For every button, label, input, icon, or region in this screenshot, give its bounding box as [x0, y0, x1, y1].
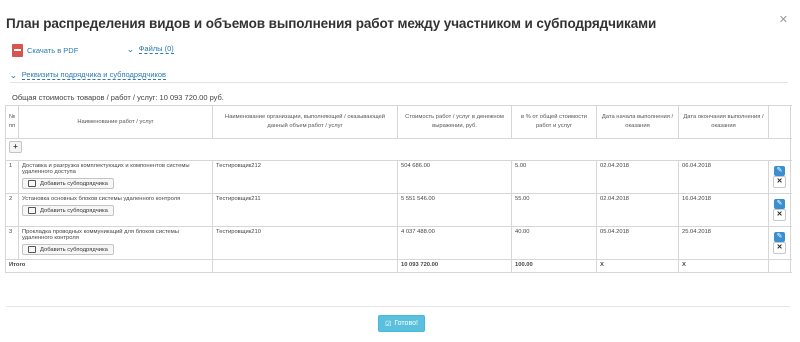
header-start: Дата начала выполнения / оказания [596, 105, 679, 139]
row-work-cell: Прокладка проводных коммуникаций для бло… [18, 226, 213, 260]
header-end: Дата окончания выполнения / оказания [678, 105, 769, 139]
done-label: Готово! [394, 320, 418, 327]
row-num: 2 [5, 193, 19, 227]
row-cost: 4 037 488.00 [397, 226, 512, 260]
page-title: План распределения видов и объемов выпол… [6, 16, 657, 31]
copy-icon [28, 246, 36, 253]
totals-actions [768, 259, 791, 273]
row-percent: 5.00 [511, 160, 597, 194]
copy-icon [28, 207, 36, 214]
row-org: Тестировщик211 [212, 193, 398, 227]
divider [6, 306, 790, 307]
row-num: 3 [5, 226, 19, 260]
x-icon: ✕ [776, 178, 783, 185]
row-start: 05.04.2018 [596, 226, 679, 260]
table-row: 1 Доставка и разгрузка комплектующих и к… [5, 160, 791, 194]
x-icon: ✕ [776, 211, 783, 218]
delete-row-button[interactable]: ✕ [773, 176, 786, 188]
close-icon[interactable]: ✕ [779, 13, 788, 26]
divider [10, 82, 788, 83]
row-cost: 5 551 546.00 [397, 193, 512, 227]
add-subcontractor-label: Добавить субподрядчика [40, 180, 108, 187]
row-work: Установка основных блоков системы удален… [22, 196, 181, 202]
row-end: 25.04.2018 [678, 226, 769, 260]
row-work-cell: Установка основных блоков системы удален… [18, 193, 213, 227]
pencil-icon: ✎ [776, 200, 783, 207]
row-work-cell: Доставка и разгрузка комплектующих и ком… [18, 160, 213, 194]
pencil-icon: ✎ [776, 167, 783, 174]
totals-percent: 100.00 [511, 259, 597, 273]
row-num: 1 [5, 160, 19, 194]
total-cost-text: Общая стоимость товаров / работ / услуг:… [12, 93, 224, 102]
table-header-row: № пп Наименование работ / услуг Наименов… [5, 105, 791, 139]
add-subcontractor-label: Добавить субподрядчика [40, 246, 108, 253]
add-subcontractor-label: Добавить субподрядчика [40, 207, 108, 214]
check-icon: ☑ [385, 320, 392, 328]
edit-row-button[interactable]: ✎ [774, 199, 785, 209]
totals-org [212, 259, 398, 273]
row-start: 02.04.2018 [596, 193, 679, 227]
totals-row: Итого 10 093 720.00 100.00 X X [5, 259, 791, 273]
row-actions: ✎ ✕ [768, 226, 791, 260]
done-button[interactable]: ☑ Готово! [378, 315, 425, 332]
requisites-toggle[interactable]: ⌄ Реквизиты подрядчика и субподрядчиков [9, 70, 167, 80]
row-cost: 504 686.00 [397, 160, 512, 194]
requisites-label: Реквизиты подрядчика и субподрядчиков [21, 70, 167, 80]
pdf-download-link[interactable]: Скачать в PDF [12, 43, 78, 57]
chevron-down-icon: ⌄ [126, 44, 135, 54]
add-row-button[interactable]: + [9, 141, 22, 153]
table-row: 2 Установка основных блоков системы удал… [5, 193, 791, 227]
add-row: + [5, 138, 791, 161]
add-subcontractor-button[interactable]: Добавить субподрядчика [22, 244, 114, 255]
files-label: Файлы (0) [138, 44, 174, 54]
pencil-icon: ✎ [776, 233, 783, 240]
add-subcontractor-button[interactable]: Добавить субподрядчика [22, 178, 114, 189]
files-toggle[interactable]: ⌄ Файлы (0) [126, 44, 174, 54]
header-org: Наименование организации, выполняющей / … [212, 105, 398, 139]
row-work: Доставка и разгрузка комплектующих и ком… [22, 163, 190, 175]
header-work: Наименование работ / услуг [18, 105, 213, 139]
totals-label: Итого [5, 259, 213, 273]
row-percent: 40.00 [511, 226, 597, 260]
row-org: Тестировщик212 [212, 160, 398, 194]
row-end: 16.04.2018 [678, 193, 769, 227]
header-percent: в % от общей стоимости работ и услуг [511, 105, 597, 139]
totals-start: X [596, 259, 679, 273]
copy-icon [28, 180, 36, 187]
row-end: 06.04.2018 [678, 160, 769, 194]
chevron-down-icon: ⌄ [9, 70, 18, 80]
row-start: 02.04.2018 [596, 160, 679, 194]
header-actions [768, 105, 791, 139]
x-icon: ✕ [776, 244, 783, 251]
add-subcontractor-button[interactable]: Добавить субподрядчика [22, 205, 114, 216]
row-work: Прокладка проводных коммуникаций для бло… [22, 229, 179, 241]
row-org: Тестировщик210 [212, 226, 398, 260]
edit-row-button[interactable]: ✎ [774, 166, 785, 176]
pdf-icon [12, 43, 23, 57]
header-cost: Стоимость работ / услуг в денежном выраж… [397, 105, 512, 139]
row-percent: 55.00 [511, 193, 597, 227]
pdf-download-label: Скачать в PDF [27, 45, 79, 55]
distribution-table: № пп Наименование работ / услуг Наименов… [5, 105, 791, 273]
delete-row-button[interactable]: ✕ [773, 242, 786, 254]
row-actions: ✎ ✕ [768, 160, 791, 194]
totals-cost: 10 093 720.00 [397, 259, 512, 273]
table-row: 3 Прокладка проводных коммуникаций для б… [5, 226, 791, 260]
delete-row-button[interactable]: ✕ [773, 209, 786, 221]
header-num: № пп [5, 105, 19, 139]
totals-end: X [678, 259, 769, 273]
edit-row-button[interactable]: ✎ [774, 232, 785, 242]
row-actions: ✎ ✕ [768, 193, 791, 227]
